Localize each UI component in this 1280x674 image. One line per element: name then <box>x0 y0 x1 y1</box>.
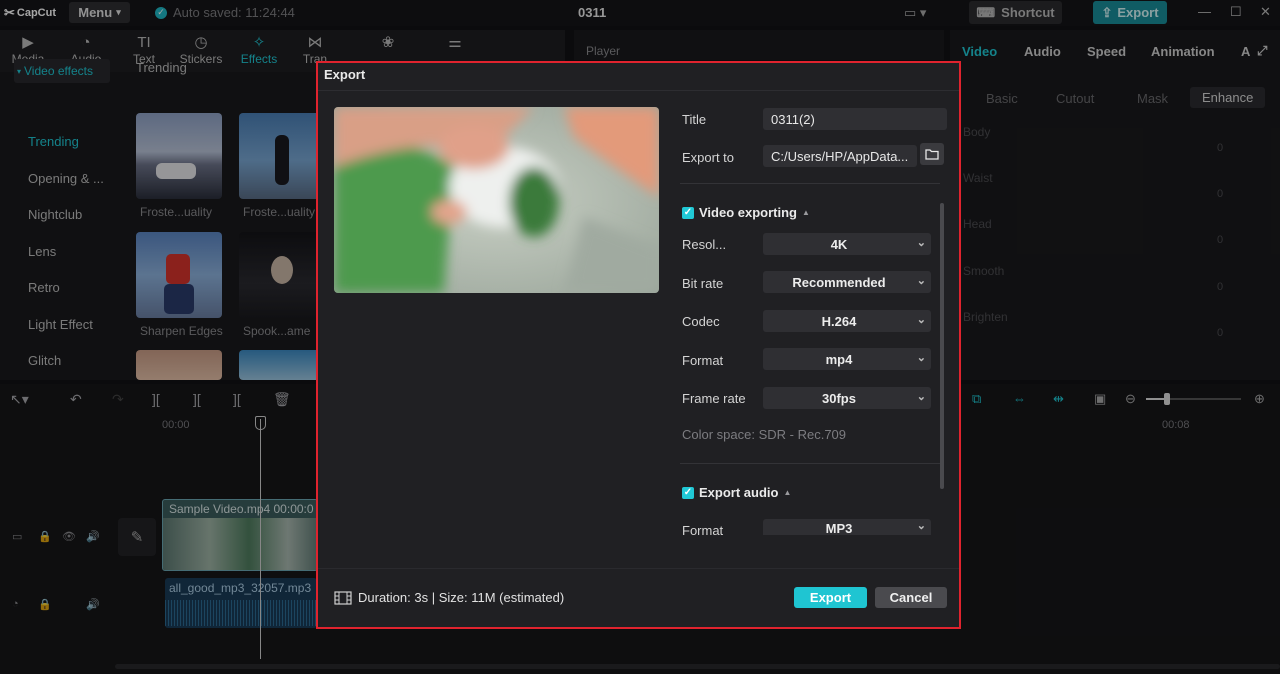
film-icon <box>334 590 352 605</box>
codec-select[interactable]: H.264 ⌄ <box>763 310 931 332</box>
format-select[interactable]: mp4 ⌄ <box>763 348 931 370</box>
chevron-down-icon: ⌄ <box>916 520 926 532</box>
dialog-header: Export <box>318 63 959 91</box>
export-audio-section[interactable]: ✓ Export audio ▲ <box>682 485 791 500</box>
section-divider <box>680 183 940 184</box>
chevron-down-icon: ⌄ <box>916 352 926 364</box>
export-preview-image <box>334 107 659 293</box>
framerate-select[interactable]: 30fps ⌄ <box>763 387 931 409</box>
section-divider <box>680 463 940 464</box>
audio-format-label: Format <box>682 523 724 538</box>
settings-scrollbar[interactable] <box>940 203 944 489</box>
framerate-label: Frame rate <box>682 391 746 406</box>
duration-info: Duration: 3s | Size: 11M (estimated) <box>334 590 564 605</box>
caret-up-icon[interactable]: ▲ <box>783 488 791 497</box>
footer-divider <box>318 568 959 569</box>
dialog-title: Export <box>324 67 366 82</box>
codec-label: Codec <box>682 314 720 329</box>
chevron-down-icon: ⌄ <box>916 391 926 403</box>
audio-export-checkbox[interactable]: ✓ <box>682 486 694 499</box>
title-input[interactable]: 0311(2) <box>763 108 947 130</box>
resolution-select[interactable]: 4K ⌄ <box>763 233 931 255</box>
cancel-button[interactable]: Cancel <box>875 587 947 608</box>
export-path-input[interactable]: C:/Users/HP/AppData... <box>763 145 917 167</box>
chevron-down-icon: ⌄ <box>916 237 926 249</box>
export-button[interactable]: Export <box>794 587 867 608</box>
browse-folder-button[interactable] <box>920 143 944 165</box>
resolution-label: Resol... <box>682 237 727 252</box>
bitrate-value: Recommended <box>792 275 886 290</box>
chevron-down-icon: ⌄ <box>916 314 926 326</box>
export-to-label: Export to <box>682 150 735 165</box>
color-space-info: Color space: SDR - Rec.709 <box>682 427 847 442</box>
video-exporting-section[interactable]: ✓ Video exporting ▲ <box>682 205 810 220</box>
codec-value: H.264 <box>821 314 857 329</box>
bitrate-label: Bit rate <box>682 276 724 291</box>
format-value: mp4 <box>825 352 853 367</box>
bitrate-select[interactable]: Recommended ⌄ <box>763 271 931 293</box>
duration-text: Duration: 3s | Size: 11M (estimated) <box>358 590 565 605</box>
caret-up-icon[interactable]: ▲ <box>802 208 810 217</box>
chevron-down-icon: ⌄ <box>916 275 926 287</box>
preview-svg <box>334 107 659 293</box>
video-section-label: Video exporting <box>699 205 797 220</box>
export-dialog: Export Title 0311(2) Export to C:/Users/… <box>316 61 961 629</box>
framerate-value: 30fps <box>822 391 856 406</box>
video-export-checkbox[interactable]: ✓ <box>682 206 694 219</box>
audio-section-label: Export audio <box>699 485 779 500</box>
format-label: Format <box>682 353 724 368</box>
folder-icon <box>925 149 939 160</box>
resolution-value: 4K <box>830 237 848 252</box>
audio-format-value: MP3 <box>825 521 853 536</box>
title-label: Title <box>682 112 707 127</box>
audio-format-select[interactable]: MP3 ⌄ <box>763 519 931 536</box>
